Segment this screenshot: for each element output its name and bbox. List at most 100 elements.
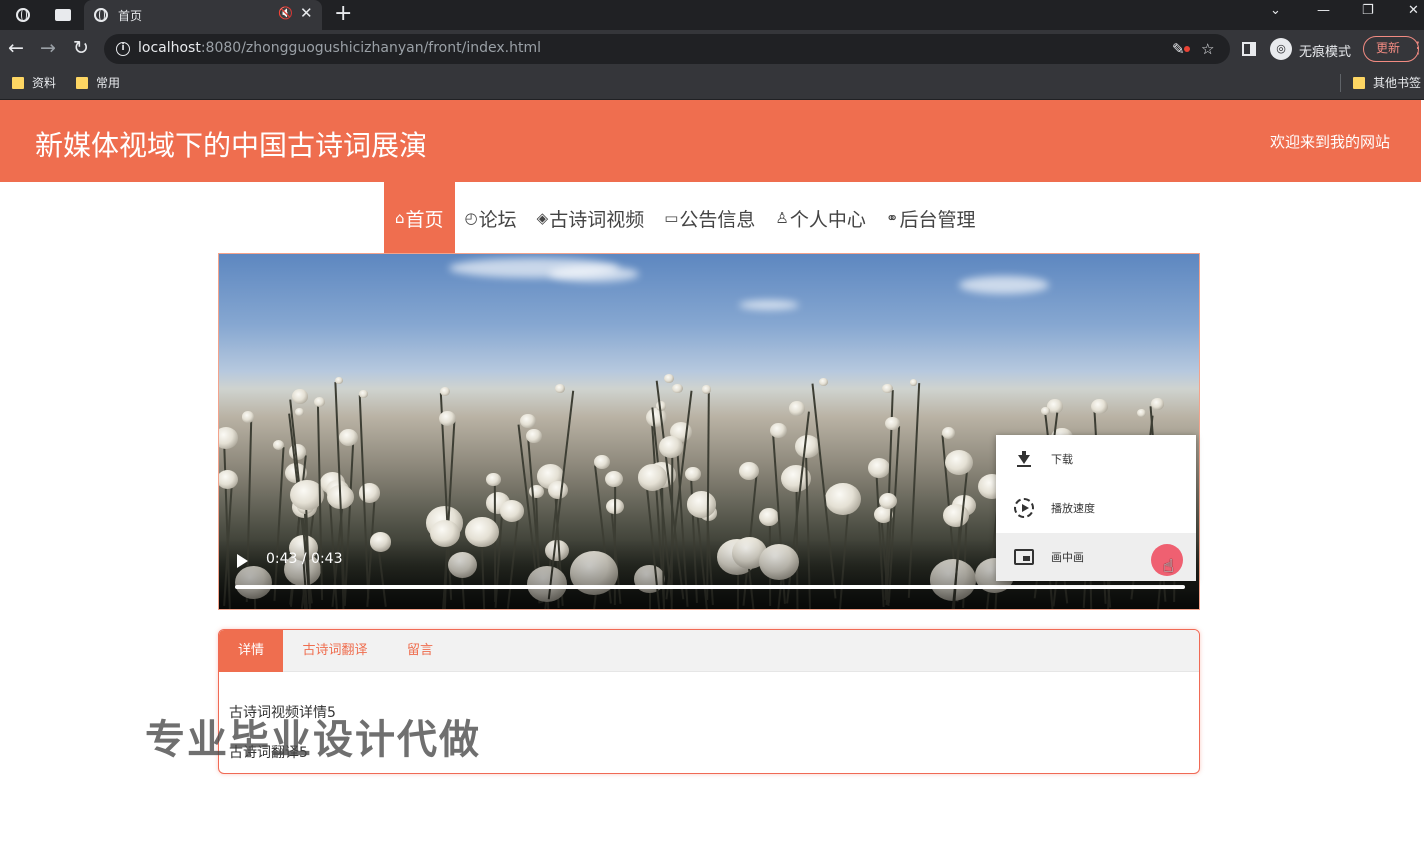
cotton-puff <box>526 429 542 443</box>
window-icon[interactable] <box>52 4 74 26</box>
tabs-header: 详情 古诗词翻译 留言 <box>219 630 1199 672</box>
tab-comments[interactable]: 留言 <box>387 630 453 672</box>
cotton-puff <box>882 383 893 393</box>
nav-item-poetry-video[interactable]: ◈ 古诗词视频 <box>527 182 655 254</box>
site-info-icon[interactable]: i <box>116 42 130 56</box>
browser-toolbar: ← → ↻ i localhost:8080/zhongguogushicizh… <box>0 30 1424 68</box>
cotton-puff <box>294 407 304 416</box>
close-window-icon[interactable]: ✕ <box>1408 3 1419 18</box>
picture-in-picture-icon <box>1014 547 1034 567</box>
cotton-puff <box>219 469 238 489</box>
bookmark-folder[interactable]: 常用 <box>76 74 120 91</box>
cotton-puff <box>702 385 712 394</box>
play-icon[interactable] <box>237 554 248 568</box>
cotton-puff <box>942 426 956 439</box>
incognito-icon[interactable]: ◎ <box>1270 38 1292 60</box>
site-welcome-text: 欢迎来到我的网站 <box>1269 133 1390 151</box>
cotton-puff <box>486 472 501 486</box>
cotton-puff <box>554 384 565 394</box>
tab-translation[interactable]: 古诗词翻译 <box>283 630 387 672</box>
user-icon: ♙ <box>775 209 789 227</box>
cloud <box>739 300 799 310</box>
cotton-puff <box>759 508 780 527</box>
folder-icon <box>1353 76 1365 89</box>
reload-icon[interactable]: ↻ <box>73 38 89 58</box>
side-panel-icon[interactable] <box>1242 42 1256 56</box>
incognito-label[interactable]: 无痕模式 <box>1299 41 1351 60</box>
tab-title: 首页 <box>118 9 143 23</box>
cotton-puff <box>867 457 890 479</box>
cotton-puff <box>292 389 309 404</box>
cotton-puff <box>658 436 683 458</box>
tab-close-icon[interactable]: ✕ <box>300 4 313 22</box>
cotton-puff <box>339 429 358 447</box>
minimize-icon[interactable]: — <box>1317 3 1330 18</box>
nav-item-admin[interactable]: ⚭ 后台管理 <box>876 182 986 254</box>
cotton-puff <box>672 384 683 394</box>
cotton-puff <box>637 463 668 491</box>
tab-muted-icon[interactable]: 🔇 <box>278 6 293 20</box>
other-bookmarks-folder[interactable]: 其他书签 <box>1353 74 1421 91</box>
bookmarks-bar: 资料 常用 其他书签 <box>0 68 1424 100</box>
cotton-puff <box>909 378 918 386</box>
cotton-puff <box>1041 407 1050 415</box>
cotton-puff <box>788 400 805 416</box>
camera-blocked-icon[interactable]: ✎ <box>1172 40 1185 58</box>
cotton-puff <box>945 449 974 475</box>
menu-item-playback-speed[interactable]: 播放速度 <box>996 484 1196 532</box>
cloud <box>549 266 639 282</box>
nav-item-announcements[interactable]: ▭ 公告信息 <box>654 182 765 254</box>
download-icon <box>1014 449 1034 469</box>
bookmark-star-icon[interactable]: ☆ <box>1201 40 1214 58</box>
recording-indicator <box>1184 46 1190 52</box>
cotton-puff <box>604 470 623 488</box>
watermark-text: 专业毕业设计代做 <box>145 717 481 763</box>
cotton-puff <box>739 461 760 480</box>
new-tab-icon[interactable]: + <box>334 1 352 27</box>
address-bar[interactable]: i localhost:8080/zhongguogushicizhanyan/… <box>104 34 1230 64</box>
url-text[interactable]: localhost:8080/zhongguogushicizhanyan/fr… <box>138 40 541 56</box>
browser-tab-strip: 首页 🔇 ✕ + ⌄ — ❐ ✕ <box>0 0 1424 30</box>
cotton-puff <box>769 422 787 438</box>
cotton-puff <box>885 417 900 430</box>
cotton-puff <box>500 500 525 522</box>
cotton-puff <box>440 386 451 397</box>
menu-item-download[interactable]: 下载 <box>996 435 1196 483</box>
video-progress-bar[interactable] <box>235 585 1185 589</box>
cloud <box>959 276 1049 294</box>
back-icon[interactable]: ← <box>8 38 24 58</box>
cotton-puff <box>664 374 675 383</box>
graduation-cap-icon: ◈ <box>536 209 549 227</box>
cotton-puff <box>1151 398 1164 410</box>
site-header: 新媒体视域下的中国古诗词展演 欢迎来到我的网站 <box>0 100 1421 182</box>
browser-tab-active[interactable]: 首页 🔇 ✕ <box>84 0 322 30</box>
globe-icon[interactable] <box>12 4 34 26</box>
cotton-puff <box>520 414 537 429</box>
tab-search-icon[interactable]: ⌄ <box>1270 3 1281 18</box>
video-time: 0:43 / 0:43 <box>266 551 343 567</box>
forward-icon[interactable]: → <box>40 38 56 58</box>
cotton-puff <box>359 390 368 398</box>
tab-details[interactable]: 详情 <box>219 630 283 672</box>
restore-icon[interactable]: ❐ <box>1362 3 1374 18</box>
cotton-puff <box>794 435 820 458</box>
home-icon: ⌂ <box>395 209 405 227</box>
folder-icon <box>12 76 24 89</box>
hand-cursor-icon: ☝ <box>1163 556 1174 577</box>
nav-item-forum[interactable]: ◴ 论坛 <box>455 182 527 254</box>
cotton-puff <box>685 466 702 481</box>
bookmark-folder[interactable]: 资料 <box>12 74 56 91</box>
cotton-puff <box>1136 409 1146 418</box>
cotton-puff <box>594 454 611 470</box>
link-icon: ⚭ <box>885 209 899 227</box>
book-icon: ▭ <box>664 209 679 227</box>
bookmarks-divider <box>1340 74 1341 92</box>
main-nav: ⌂ 首页 ◴ 论坛 ◈ 古诗词视频 ▭ 公告信息 ♙ 个人中心 ⚭ 后台管理 <box>384 182 985 254</box>
menu-kebab-icon[interactable]: ⋮ <box>1410 38 1424 57</box>
nav-item-home[interactable]: ⌂ 首页 <box>384 182 455 254</box>
playback-speed-icon <box>1014 498 1034 518</box>
cotton-puff <box>819 377 828 386</box>
cotton-puff <box>334 376 343 384</box>
nav-item-user-center[interactable]: ♙ 个人中心 <box>765 182 875 254</box>
site-title: 新媒体视域下的中国古诗词展演 <box>35 129 428 162</box>
